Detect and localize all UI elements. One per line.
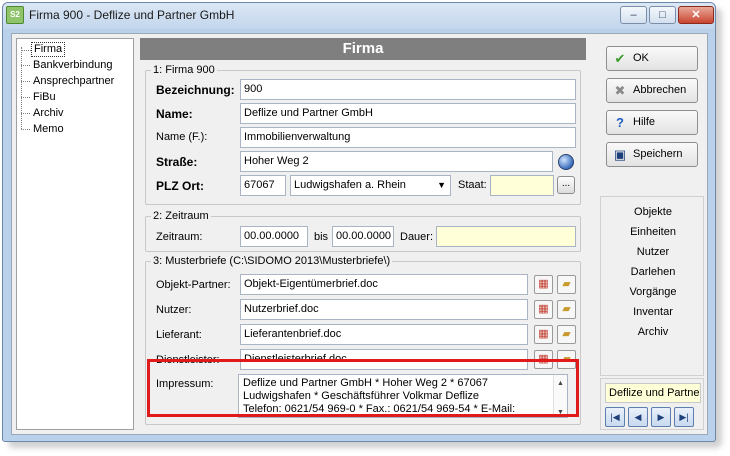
action-panel: ✔ OK ✖ Abbrechen ? Hilfe ▣ Speichern Obj… xyxy=(594,38,704,430)
group-zeitraum-title: 2: Zeitraum xyxy=(151,210,211,222)
bezeichnung-field[interactable]: 900 xyxy=(240,79,576,100)
nutzer-field[interactable]: Nutzerbrief.doc xyxy=(240,299,528,320)
link-einheiten[interactable]: Einheiten xyxy=(601,224,705,240)
abbrechen-button[interactable]: ✖ Abbrechen xyxy=(606,78,698,103)
help-icon: ? xyxy=(616,115,624,130)
group-musterbriefe: 3: Musterbriefe (C:\SIDOMO 2013\Musterbr… xyxy=(145,255,581,425)
page-title: Firma xyxy=(140,38,586,60)
save-icon: ▣ xyxy=(613,147,627,162)
zeitraum-von-field[interactable]: 00.00.0000 xyxy=(240,226,308,247)
staat-browse-button[interactable]: ... xyxy=(557,176,575,194)
dauer-field[interactable] xyxy=(436,226,576,247)
zeitraum-bis-field[interactable]: 00.00.0000 xyxy=(332,226,394,247)
main-window: S2 Firma 900 - Deflize und Partner GmbH … xyxy=(2,2,716,442)
navigation-tree: Firma Bankverbindung Ansprechpartner FiB… xyxy=(16,38,134,430)
impressum-line: Telefon: 0621/54 969-0 * Fax.: 0621/54 9… xyxy=(243,403,516,415)
folder-icon[interactable]: ▰ xyxy=(557,350,576,369)
plz-field[interactable]: 67067 xyxy=(240,175,286,196)
grid-icon[interactable]: ▦ xyxy=(534,275,553,294)
name-f-label: Name (F.): xyxy=(156,131,208,143)
plz-ort-label: PLZ Ort: xyxy=(156,179,204,193)
ort-value: Ludwigshafen a. Rhein xyxy=(294,179,406,191)
last-record-button[interactable]: ▶| xyxy=(674,407,694,427)
strasse-label: Straße: xyxy=(156,155,198,169)
group-musterbriefe-title: 3: Musterbriefe (C:\SIDOMO 2013\Musterbr… xyxy=(151,255,393,267)
related-links: Objekte Einheiten Nutzer Darlehen Vorgän… xyxy=(600,196,704,376)
dienstleister-label: Dienstleister: xyxy=(156,354,220,366)
tree-item-fibu[interactable]: FiBu xyxy=(21,90,58,105)
tree-item-firma[interactable]: Firma xyxy=(21,42,66,57)
impressum-textarea[interactable]: Deflize und Partner GmbH * Hoher Weg 2 *… xyxy=(238,374,568,418)
grid-icon[interactable]: ▦ xyxy=(534,325,553,344)
staat-field[interactable] xyxy=(490,175,554,196)
link-nutzer[interactable]: Nutzer xyxy=(601,244,705,260)
dienstleister-field[interactable]: Dienstleisterbrief.doc xyxy=(240,349,528,370)
client-area: Firma Bankverbindung Ansprechpartner FiB… xyxy=(11,33,708,435)
impressum-line: Deflize und Partner GmbH * Hoher Weg 2 *… xyxy=(243,377,488,389)
chevron-down-icon: ▼ xyxy=(437,180,446,190)
ok-button[interactable]: ✔ OK xyxy=(606,46,698,71)
first-record-button[interactable]: |◀ xyxy=(605,407,625,427)
impressum-line: Ludwigshafen * Geschäftsführer Volkmar D… xyxy=(243,390,480,402)
group-firma: 1: Firma 900 Bezeichnung: 900 Name: Defl… xyxy=(145,64,581,205)
abbrechen-button-label: Abbrechen xyxy=(633,84,687,96)
tree-item-bankverbindung[interactable]: Bankverbindung xyxy=(21,58,115,73)
lieferant-label: Lieferant: xyxy=(156,329,202,341)
strasse-field[interactable]: Hoher Weg 2 xyxy=(240,151,553,172)
link-objekte[interactable]: Objekte xyxy=(601,204,705,220)
scroll-down-icon[interactable]: ▼ xyxy=(557,406,564,417)
hilfe-button[interactable]: ? Hilfe xyxy=(606,110,698,135)
prev-record-button[interactable]: ◀ xyxy=(628,407,648,427)
maximize-button[interactable]: □ xyxy=(649,6,676,24)
folder-icon[interactable]: ▰ xyxy=(557,325,576,344)
current-record: Deflize und Partne xyxy=(605,383,701,403)
title-bar[interactable]: S2 Firma 900 - Deflize und Partner GmbH … xyxy=(3,3,715,29)
folder-icon[interactable]: ▰ xyxy=(557,300,576,319)
bis-label: bis xyxy=(314,231,329,243)
speichern-button-label: Speichern xyxy=(633,148,683,160)
next-record-button[interactable]: ▶ xyxy=(651,407,671,427)
globe-icon[interactable] xyxy=(558,154,574,170)
bezeichnung-label: Bezeichnung: xyxy=(156,83,235,97)
tree-connector xyxy=(21,47,22,129)
impressum-label: Impressum: xyxy=(156,378,214,390)
form-panel: Firma 1: Firma 900 Bezeichnung: 900 Name… xyxy=(140,38,586,430)
tree-item-ansprechpartner[interactable]: Ansprechpartner xyxy=(20,74,116,89)
group-firma-title: 1: Firma 900 xyxy=(151,64,217,76)
speichern-button[interactable]: ▣ Speichern xyxy=(606,142,698,167)
name-f-field[interactable]: Immobilienverwaltung xyxy=(240,127,576,148)
link-inventar[interactable]: Inventar xyxy=(601,304,705,320)
staat-label: Staat: xyxy=(458,179,487,191)
close-button[interactable]: ✕ xyxy=(678,6,714,24)
link-archiv[interactable]: Archiv xyxy=(601,324,705,340)
hilfe-button-label: Hilfe xyxy=(633,116,656,128)
dauer-label: Dauer: xyxy=(400,231,434,243)
scroll-up-icon[interactable]: ▲ xyxy=(557,377,564,390)
minimize-button[interactable]: – xyxy=(620,6,647,24)
grid-icon[interactable]: ▦ xyxy=(534,350,553,369)
record-navigator: Deflize und Partne |◀ ◀ ▶ ▶| xyxy=(600,378,704,430)
ok-button-label: OK xyxy=(633,52,649,64)
objekt-partner-field[interactable]: Objekt-Eigentümerbrief.doc xyxy=(240,274,528,295)
ort-select[interactable]: Ludwigshafen a. Rhein ▼ xyxy=(290,175,451,196)
link-darlehen[interactable]: Darlehen xyxy=(601,264,705,280)
objekt-partner-label: Objekt-Partner: xyxy=(156,279,231,291)
folder-icon[interactable]: ▰ xyxy=(557,275,576,294)
zeitraum-label: Zeitraum: xyxy=(156,231,203,243)
checkmark-icon: ✔ xyxy=(614,51,626,66)
name-field[interactable]: Deflize und Partner GmbH xyxy=(240,103,576,124)
window-title: Firma 900 - Deflize und Partner GmbH xyxy=(29,8,235,22)
link-vorgaenge[interactable]: Vorgänge xyxy=(601,284,705,300)
lieferant-field[interactable]: Lieferantenbrief.doc xyxy=(240,324,528,345)
nutzer-label: Nutzer: xyxy=(156,304,192,316)
group-zeitraum: 2: Zeitraum Zeitraum: 00.00.0000 bis 00.… xyxy=(145,210,581,252)
app-icon: S2 xyxy=(6,6,24,24)
impressum-scrollbar[interactable]: ▲ ▼ xyxy=(553,375,567,417)
cancel-icon: ✖ xyxy=(614,83,626,98)
impressum-row: Impressum: Deflize und Partner GmbH * Ho… xyxy=(146,372,580,422)
name-label: Name: xyxy=(156,107,193,121)
tree-item-archiv[interactable]: Archiv xyxy=(21,106,66,121)
tree-item-memo[interactable]: Memo xyxy=(21,122,66,137)
grid-icon[interactable]: ▦ xyxy=(534,300,553,319)
